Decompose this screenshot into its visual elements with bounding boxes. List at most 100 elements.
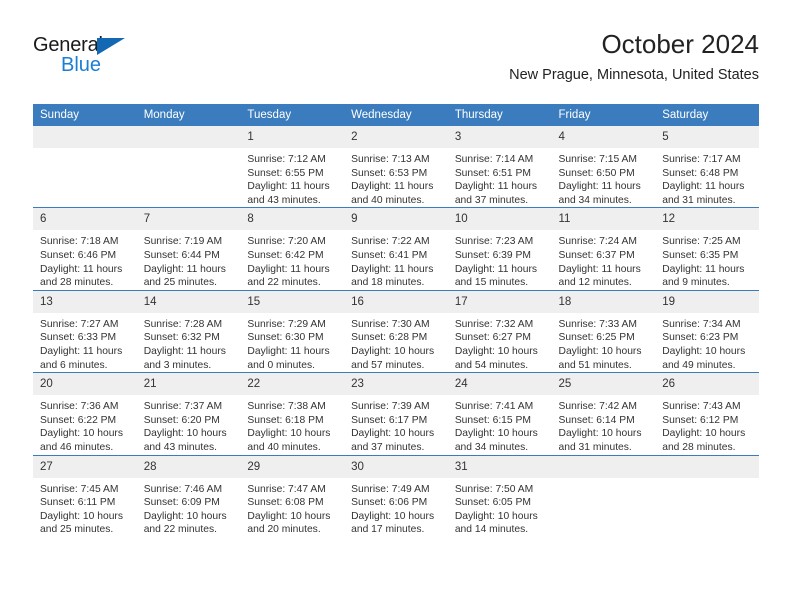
calendar-page: General Blue October 2024 New Prague, Mi… — [0, 0, 792, 612]
day-number: 23 — [344, 373, 448, 396]
sunrise-text: Sunrise: 7:34 AM — [662, 318, 741, 330]
calendar-day-cell[interactable]: 29 Sunrise: 7:47 AM Sunset: 6:08 PM Dayligh… — [240, 454, 345, 537]
calendar-day-cell[interactable]: 28 Sunrise: 7:46 AM Sunset: 6:09 PM Dayligh… — [136, 454, 241, 537]
calendar-day-cell[interactable]: 3 Sunrise: 7:14 AM Sunset: 6:51 PM Daylight… — [447, 126, 552, 208]
sunset-text: Sunset: 6:48 PM — [662, 167, 739, 179]
sunset-text: Sunset: 6:39 PM — [454, 249, 531, 261]
daylight-text-line1: Daylight: 10 hours — [662, 428, 746, 440]
day-number: 17 — [447, 290, 552, 313]
calendar-day-cell[interactable]: 31 Sunrise: 7:50 AM Sunset: 6:05 PM Dayligh… — [447, 454, 552, 537]
sunset-text: Sunset: 6:28 PM — [351, 332, 428, 344]
calendar-day-cell[interactable]: 19 Sunrise: 7:34 AM Sunset: 6:23 PM Dayligh… — [655, 289, 759, 373]
sunrise-text: Sunrise: 7:27 AM — [40, 318, 119, 330]
sunset-text: Sunset: 6:23 PM — [662, 332, 739, 344]
day-number: 21 — [136, 373, 241, 396]
daylight-text-line2: and 34 minutes. — [558, 194, 632, 206]
calendar-day-cell[interactable]: 17 Sunrise: 7:32 AM Sunset: 6:27 PM Dayligh… — [447, 289, 552, 373]
sunrise-text: Sunrise: 7:38 AM — [247, 401, 326, 413]
sunrise-text: Sunrise: 7:18 AM — [40, 236, 119, 248]
day-details: Sunrise: 7:27 AM Sunset: 6:33 PM Daylight:… — [33, 313, 137, 372]
calendar-day-cell[interactable]: 25 Sunrise: 7:42 AM Sunset: 6:14 PM Dayligh… — [551, 372, 656, 455]
calendar-day-cell[interactable]: 6 Sunrise: 7:18 AM Sunset: 6:46 PM Daylight… — [33, 207, 137, 291]
weekday-header-monday: Monday — [136, 104, 241, 126]
sunrise-text: Sunrise: 7:46 AM — [143, 483, 223, 495]
sunset-text: Sunset: 6:30 PM — [247, 332, 324, 344]
sunset-text: Sunset: 6:51 PM — [454, 167, 531, 179]
weekday-header-saturday: Saturday — [655, 104, 759, 126]
sunrise-text: Sunrise: 7:42 AM — [558, 401, 637, 413]
calendar-day-cell[interactable]: 7 Sunrise: 7:19 AM Sunset: 6:44 PM Daylight… — [136, 207, 241, 291]
calendar-day-cell[interactable]: 12 Sunrise: 7:25 AM Sunset: 6:35 PM Dayligh… — [655, 207, 759, 291]
sunrise-text: Sunrise: 7:24 AM — [558, 236, 637, 248]
daylight-text-line1: Daylight: 11 hours — [454, 181, 538, 193]
day-details: Sunrise: 7:14 AM Sunset: 6:51 PM Daylight:… — [448, 148, 552, 207]
calendar-day-cell[interactable]: 26 Sunrise: 7:43 AM Sunset: 6:12 PM Dayligh… — [655, 372, 759, 455]
calendar-day-cell[interactable]: 24 Sunrise: 7:41 AM Sunset: 6:15 PM Dayligh… — [447, 372, 552, 455]
daylight-text-line1: Daylight: 10 hours — [662, 345, 746, 357]
day-number — [33, 126, 137, 148]
calendar-day-cell[interactable]: 22 Sunrise: 7:38 AM Sunset: 6:18 PM Dayligh… — [240, 372, 345, 455]
daylight-text-line2: and 3 minutes. — [143, 359, 212, 371]
calendar-day-cell[interactable]: 13 Sunrise: 7:27 AM Sunset: 6:33 PM Dayligh… — [33, 289, 137, 373]
calendar-day-cell[interactable]: 15 Sunrise: 7:29 AM Sunset: 6:30 PM Dayligh… — [240, 289, 345, 373]
daylight-text-line1: Daylight: 10 hours — [454, 428, 538, 440]
calendar-day-cell[interactable]: 11 Sunrise: 7:24 AM Sunset: 6:37 PM Dayligh… — [551, 207, 656, 291]
sunset-text: Sunset: 6:53 PM — [351, 167, 428, 179]
sunset-text: Sunset: 6:46 PM — [40, 249, 117, 261]
calendar-day-cell[interactable]: 1 Sunrise: 7:12 AM Sunset: 6:55 PM Daylight… — [240, 126, 345, 208]
calendar-day-cell[interactable]: 30 Sunrise: 7:49 AM Sunset: 6:06 PM Dayligh… — [344, 454, 448, 537]
calendar-day-cell[interactable]: 4 Sunrise: 7:15 AM Sunset: 6:50 PM Daylight… — [551, 126, 656, 208]
calendar-day-cell[interactable]: 20 Sunrise: 7:36 AM Sunset: 6:22 PM Dayligh… — [33, 372, 137, 455]
calendar-day-cell[interactable]: 21 Sunrise: 7:37 AM Sunset: 6:20 PM Dayligh… — [136, 372, 241, 455]
calendar-day-cell[interactable]: 18 Sunrise: 7:33 AM Sunset: 6:25 PM Dayligh… — [551, 289, 656, 373]
weekday-header-row: Sunday Monday Tuesday Wednesday Thursday… — [33, 104, 759, 126]
daylight-text-line1: Daylight: 10 hours — [40, 428, 123, 440]
day-number: 22 — [240, 373, 345, 396]
daylight-text-line1: Daylight: 10 hours — [454, 510, 538, 522]
day-details: Sunrise: 7:38 AM Sunset: 6:18 PM Daylight:… — [240, 395, 344, 454]
daylight-text-line2: and 49 minutes. — [662, 359, 736, 371]
daylight-text-line2: and 54 minutes. — [454, 359, 529, 371]
calendar-day-cell[interactable]: 16 Sunrise: 7:30 AM Sunset: 6:28 PM Dayligh… — [344, 289, 448, 373]
calendar-day-cell[interactable]: 2 Sunrise: 7:13 AM Sunset: 6:53 PM Daylight… — [344, 126, 448, 208]
day-number: 25 — [551, 373, 656, 396]
daylight-text-line1: Daylight: 11 hours — [558, 181, 641, 193]
calendar-day-cell[interactable]: 8 Sunrise: 7:20 AM Sunset: 6:42 PM Daylight… — [240, 207, 345, 291]
day-details: Sunrise: 7:41 AM Sunset: 6:15 PM Daylight:… — [448, 395, 552, 454]
daylight-text-line1: Daylight: 11 hours — [558, 263, 641, 275]
calendar-week-row: 27 Sunrise: 7:45 AM Sunset: 6:11 PM Dayligh… — [33, 454, 759, 537]
calendar-body: 1 Sunrise: 7:12 AM Sunset: 6:55 PM Daylight… — [33, 126, 759, 537]
daylight-text-line2: and 22 minutes. — [143, 524, 217, 536]
day-number: 8 — [240, 208, 345, 231]
day-number: 15 — [240, 290, 345, 313]
day-details: Sunrise: 7:42 AM Sunset: 6:14 PM Daylight:… — [552, 395, 656, 454]
logo-text-blue: Blue — [61, 54, 102, 76]
calendar-day-cell[interactable]: 14 Sunrise: 7:28 AM Sunset: 6:32 PM Dayligh… — [136, 289, 241, 373]
sunset-text: Sunset: 6:20 PM — [143, 414, 220, 426]
calendar-day-cell[interactable]: 5 Sunrise: 7:17 AM Sunset: 6:48 PM Daylight… — [655, 126, 759, 208]
weekday-header-tuesday: Tuesday — [240, 104, 345, 126]
daylight-text-line2: and 28 minutes. — [662, 441, 736, 453]
sunrise-text: Sunrise: 7:28 AM — [143, 318, 223, 330]
generalblue-logo[interactable]: General Blue — [33, 34, 153, 80]
calendar-day-cell[interactable]: 10 Sunrise: 7:23 AM Sunset: 6:39 PM Dayligh… — [447, 207, 552, 291]
calendar-day-cell[interactable]: 9 Sunrise: 7:22 AM Sunset: 6:41 PM Daylight… — [344, 207, 448, 291]
day-number: 19 — [655, 290, 759, 313]
daylight-text-line1: Daylight: 11 hours — [454, 263, 538, 275]
sunset-text: Sunset: 6:33 PM — [40, 332, 117, 344]
day-details: Sunrise: 7:36 AM Sunset: 6:22 PM Daylight:… — [33, 395, 137, 454]
calendar-week-row: 20 Sunrise: 7:36 AM Sunset: 6:22 PM Dayligh… — [33, 372, 759, 455]
calendar-day-cell[interactable]: 27 Sunrise: 7:45 AM Sunset: 6:11 PM Dayligh… — [33, 454, 137, 537]
calendar-day-cell[interactable]: 23 Sunrise: 7:39 AM Sunset: 6:17 PM Dayligh… — [344, 372, 448, 455]
day-details: Sunrise: 7:47 AM Sunset: 6:08 PM Daylight:… — [240, 478, 344, 537]
weekday-header-sunday: Sunday — [33, 104, 137, 126]
day-details: Sunrise: 7:19 AM Sunset: 6:44 PM Daylight:… — [137, 230, 241, 289]
sunset-text: Sunset: 6:06 PM — [351, 497, 428, 509]
daylight-text-line2: and 57 minutes. — [351, 359, 425, 371]
daylight-text-line2: and 25 minutes. — [40, 524, 114, 536]
sunset-text: Sunset: 6:22 PM — [40, 414, 117, 426]
daylight-text-line2: and 43 minutes. — [143, 441, 217, 453]
sunset-text: Sunset: 6:11 PM — [40, 497, 116, 509]
sunset-text: Sunset: 6:41 PM — [351, 249, 428, 261]
day-number: 29 — [240, 455, 345, 478]
